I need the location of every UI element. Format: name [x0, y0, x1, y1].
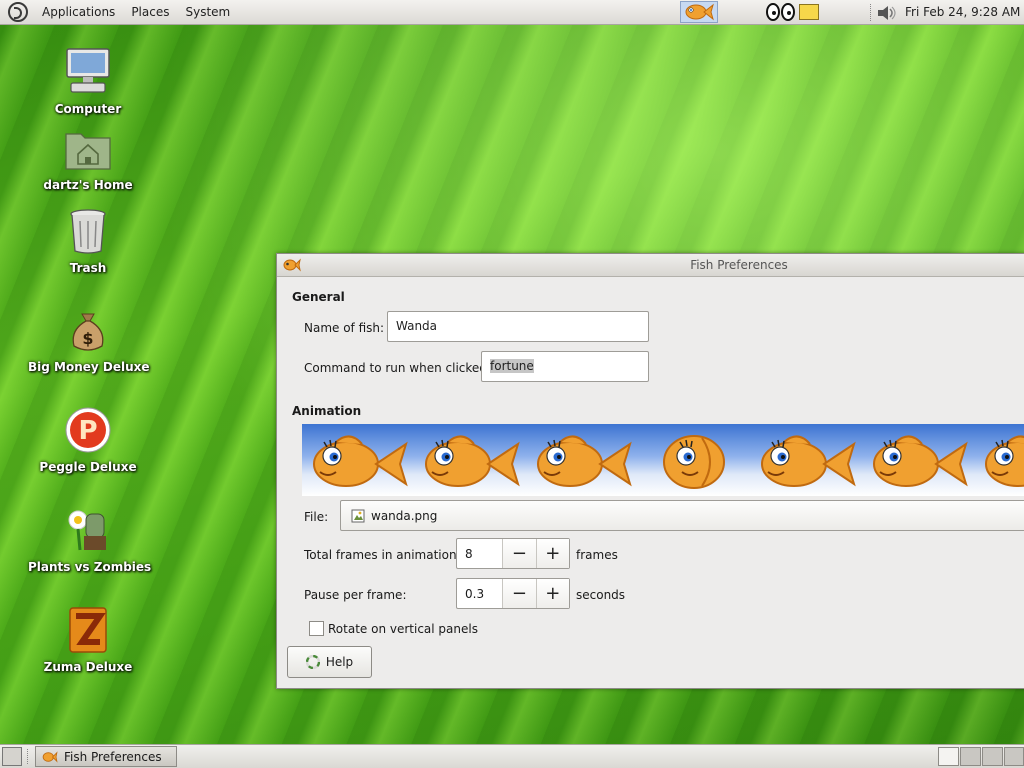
animation-frame — [750, 428, 862, 492]
bottom-panel: Fish Preferences — [0, 744, 1024, 768]
desktop-icon-computer[interactable]: Computer — [28, 46, 148, 116]
computer-icon — [66, 48, 110, 93]
desktop-icon-label: Trash — [69, 261, 107, 275]
volume-icon[interactable] — [876, 4, 900, 21]
fish-name-input[interactable]: Wanda — [387, 311, 649, 342]
rotate-checkbox[interactable] — [309, 621, 324, 636]
help-button[interactable]: Help — [287, 646, 372, 678]
desktop-icon-label: dartz's Home — [43, 178, 133, 192]
window-title: Fish Preferences — [690, 258, 788, 272]
eyes-applet[interactable] — [766, 3, 796, 21]
mail-notification-icon[interactable] — [799, 4, 819, 20]
fish-icon — [42, 750, 58, 763]
desktop-icon-zuma[interactable]: Zuma Deluxe — [28, 606, 148, 674]
workspace-3[interactable] — [982, 747, 1003, 766]
eye-icon — [766, 3, 780, 21]
desktop-icon-label: Zuma Deluxe — [43, 660, 133, 674]
pause-label: Pause per frame: — [304, 588, 407, 602]
desktop-icon-peggle[interactable]: P Peggle Deluxe — [28, 406, 148, 474]
pause-spinbutton[interactable]: 0.3 − + — [456, 578, 570, 609]
fish-sprite-icon — [537, 435, 632, 487]
animation-preview — [302, 424, 1024, 496]
zuma-icon — [69, 607, 107, 653]
desktop-icon-trash[interactable]: Trash — [28, 207, 148, 275]
animation-frame — [302, 428, 414, 492]
lifebuoy-icon — [305, 655, 320, 669]
fish-icon — [685, 3, 714, 21]
fish-sprite-icon — [873, 435, 968, 487]
file-chooser-button[interactable]: wanda.png — [340, 500, 1024, 531]
file-chooser-value: wanda.png — [371, 508, 438, 523]
desktop-icon-label: Plants vs Zombies — [28, 560, 152, 574]
menu-system[interactable]: System — [177, 5, 238, 19]
fish-sprite-icon — [425, 435, 520, 487]
file-label: File: — [304, 510, 329, 524]
animation-frame — [974, 428, 1024, 492]
frames-decrement-button[interactable]: − — [502, 539, 536, 568]
pause-increment-button[interactable]: + — [535, 579, 569, 608]
animation-frame — [526, 428, 638, 492]
fish-preferences-window[interactable]: Fish Preferences General Name of fish: W… — [276, 253, 1024, 689]
plants-zombies-icon — [68, 510, 106, 551]
image-file-icon — [351, 509, 365, 522]
menu-applications[interactable]: Applications — [34, 5, 123, 19]
help-button-label: Help — [325, 655, 354, 669]
workspace-4[interactable] — [1004, 747, 1024, 766]
desktop-icon-label: Big Money Deluxe — [28, 360, 150, 374]
frames-label: Total frames in animation: — [304, 548, 461, 562]
command-input[interactable]: fortune — [481, 351, 649, 382]
fish-sprite-icon — [313, 435, 408, 487]
panel-separator — [870, 4, 873, 21]
command-label: Command to run when clicked: — [304, 361, 491, 375]
home-folder-icon — [65, 133, 111, 170]
eye-icon — [781, 3, 795, 21]
animation-frame — [414, 428, 526, 492]
animation-frame — [638, 428, 750, 492]
clock[interactable]: Fri Feb 24, 9:28 AM — [905, 5, 1020, 19]
pause-unit: seconds — [576, 588, 626, 602]
fish-sprite-icon — [663, 435, 725, 489]
frames-value[interactable]: 8 — [457, 539, 502, 568]
panel-separator — [27, 749, 30, 764]
desktop-icon-plants-zombies[interactable]: Plants vs Zombies — [28, 506, 152, 574]
svg-text:$: $ — [82, 329, 93, 348]
animation-frame — [862, 428, 974, 492]
window-titlebar[interactable]: Fish Preferences — [277, 254, 1024, 277]
animation-heading: Animation — [292, 404, 362, 418]
frames-unit: frames — [576, 548, 618, 562]
desktop-icon-big-money[interactable]: $ Big Money Deluxe — [28, 310, 150, 374]
workspace-2[interactable] — [960, 747, 981, 766]
frames-spinbutton[interactable]: 8 − + — [456, 538, 570, 569]
fish-applet[interactable] — [680, 1, 718, 23]
gnome-foot-icon[interactable] — [8, 2, 28, 22]
taskbar-item-label: Fish Preferences — [64, 749, 162, 764]
pause-decrement-button[interactable]: − — [502, 579, 536, 608]
desktop-icon-label: Peggle Deluxe — [39, 460, 137, 474]
desktop-icon-home[interactable]: dartz's Home — [28, 128, 148, 192]
top-panel: Applications Places System Fri Feb 24, 9… — [0, 0, 1024, 25]
general-heading: General — [292, 290, 345, 304]
peggle-icon: P — [65, 407, 111, 453]
trash-icon — [70, 209, 106, 254]
show-desktop-icon[interactable] — [2, 747, 22, 766]
frames-increment-button[interactable]: + — [535, 539, 569, 568]
fish-sprite-icon — [985, 435, 1024, 487]
desktop-icon-label: Computer — [54, 102, 122, 116]
taskbar-fish-preferences[interactable]: Fish Preferences — [35, 746, 177, 767]
fish-name-label: Name of fish: — [304, 321, 385, 335]
svg-text:P: P — [78, 416, 97, 446]
money-bag-icon: $ — [72, 313, 104, 351]
rotate-label[interactable]: Rotate on vertical panels — [328, 622, 478, 636]
menu-places[interactable]: Places — [123, 5, 177, 19]
fish-sprite-icon — [761, 435, 856, 487]
command-value: fortune — [490, 359, 534, 373]
workspace-1[interactable] — [938, 747, 959, 766]
pause-value[interactable]: 0.3 — [457, 579, 502, 608]
